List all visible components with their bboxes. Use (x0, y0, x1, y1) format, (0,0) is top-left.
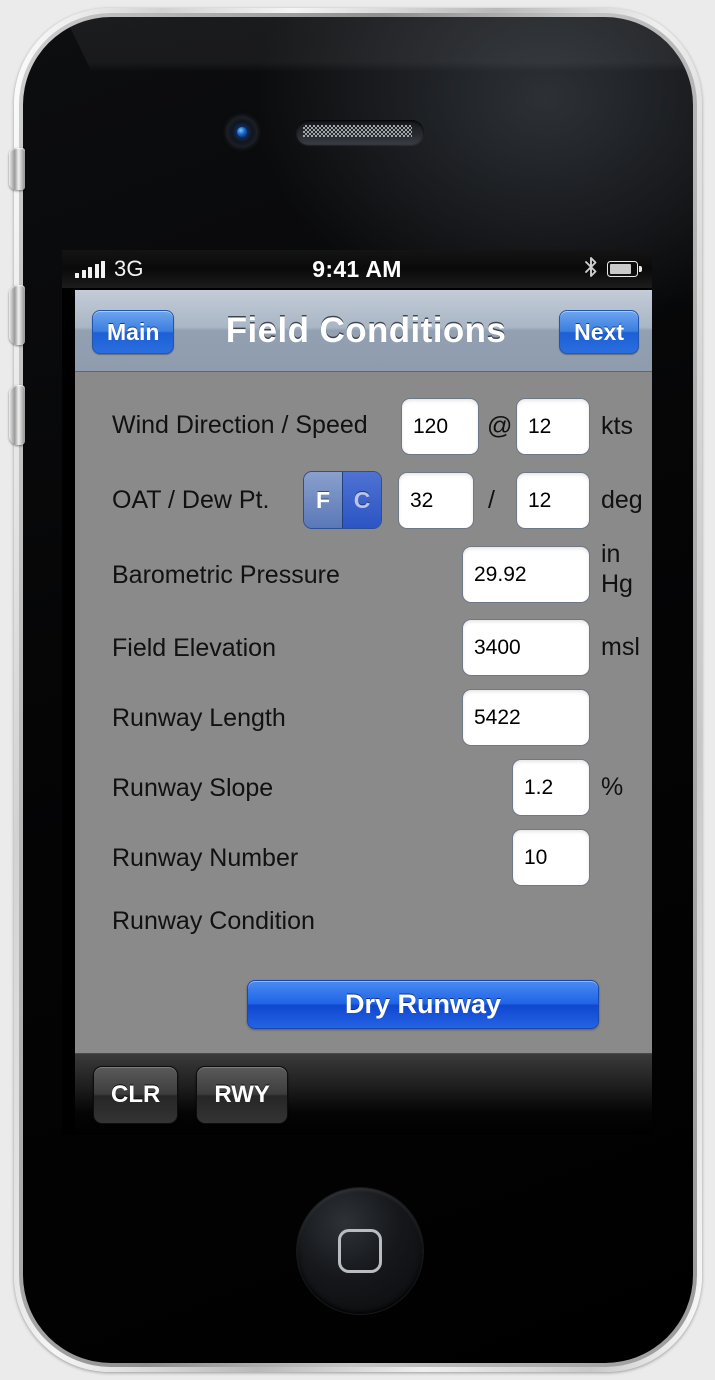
clear-button[interactable]: CLR (93, 1065, 179, 1124)
wind-label: Wind Direction / Speed (112, 410, 368, 439)
runway-slope-unit: % (601, 773, 624, 801)
volume-down-button[interactable] (9, 385, 25, 445)
status-time: 9:41 AM (312, 255, 402, 282)
earpiece-speaker-grille (296, 120, 424, 145)
runway-button[interactable]: RWY (196, 1065, 288, 1124)
temperature-label: OAT / Dew Pt. (112, 486, 270, 514)
barometric-pressure-label: Barometric Pressure (112, 560, 340, 589)
temp-unit-segmented-control[interactable]: F C (303, 471, 382, 529)
front-camera-icon (228, 118, 256, 146)
row-runway-length: Runway Length 5422 (75, 683, 652, 753)
row-runway-number: Runway Number 10 (75, 823, 652, 893)
app-root: Main Field Conditions Next Wind Directio… (75, 290, 652, 1135)
runway-number-label: Runway Number (112, 843, 299, 872)
runway-slope-input[interactable]: 1.2 (512, 759, 590, 816)
barometric-pressure-unit-line1: in (601, 540, 621, 568)
field-elevation-unit: msl (601, 633, 640, 661)
temperature-separator: / (488, 486, 495, 514)
oat-input[interactable]: 32 (398, 472, 474, 529)
barometric-pressure-unit-line2: Hg (601, 570, 633, 598)
barometric-pressure-input[interactable]: 29.92 (462, 546, 590, 603)
row-runway-slope: Runway Slope 1.2 % (75, 753, 652, 823)
app-viewport: Main Field Conditions Next Wind Directio… (62, 288, 652, 1135)
bottom-toolbar: CLR RWY (75, 1053, 652, 1135)
status-bar: 3G 9:41 AM (62, 250, 652, 288)
row-runway-condition: Runway Condition (75, 893, 652, 949)
page-title: Field Conditions (225, 310, 507, 350)
wind-direction-input[interactable]: 120 (401, 398, 479, 455)
dewpoint-input[interactable]: 12 (516, 472, 590, 529)
form-content: Wind Direction / Speed 120 @ 12 kts OAT … (75, 372, 652, 1052)
main-button[interactable]: Main (92, 310, 175, 354)
wind-separator: @ (487, 412, 513, 440)
runway-length-label: Runway Length (112, 703, 286, 732)
runway-condition-button[interactable]: Dry Runway (247, 980, 599, 1029)
home-square-icon (338, 1229, 382, 1273)
row-temperature: OAT / Dew Pt. F C 32 / 12 deg (75, 464, 652, 537)
next-button[interactable]: Next (559, 310, 639, 354)
navigation-bar: Main Field Conditions Next (75, 290, 652, 372)
row-barometric-pressure: Barometric Pressure 29.92 in Hg (75, 537, 652, 613)
runway-length-input[interactable]: 5422 (462, 689, 590, 746)
field-elevation-input[interactable]: 3400 (462, 619, 590, 676)
phone-screen: 3G 9:41 AM Main Field Conditions Next Wi… (62, 250, 652, 1135)
runway-number-input[interactable]: 10 (512, 829, 590, 886)
silent-switch[interactable] (9, 148, 25, 190)
row-field-elevation: Field Elevation 3400 msl (75, 613, 652, 683)
temp-unit-option-c[interactable]: C (342, 472, 381, 528)
row-wind: Wind Direction / Speed 120 @ 12 kts (75, 386, 652, 464)
battery-icon (607, 261, 642, 277)
temperature-unit: deg (601, 486, 643, 514)
wind-speed-input[interactable]: 12 (516, 398, 590, 455)
screenshot-stage: 3G 9:41 AM Main Field Conditions Next Wi… (0, 0, 715, 1380)
runway-slope-label: Runway Slope (112, 773, 274, 802)
runway-condition-label: Runway Condition (112, 906, 315, 935)
home-button[interactable] (297, 1188, 423, 1314)
temp-unit-option-f[interactable]: F (304, 472, 342, 528)
field-elevation-label: Field Elevation (112, 633, 276, 662)
volume-up-button[interactable] (9, 285, 25, 345)
wind-unit: kts (601, 412, 633, 440)
